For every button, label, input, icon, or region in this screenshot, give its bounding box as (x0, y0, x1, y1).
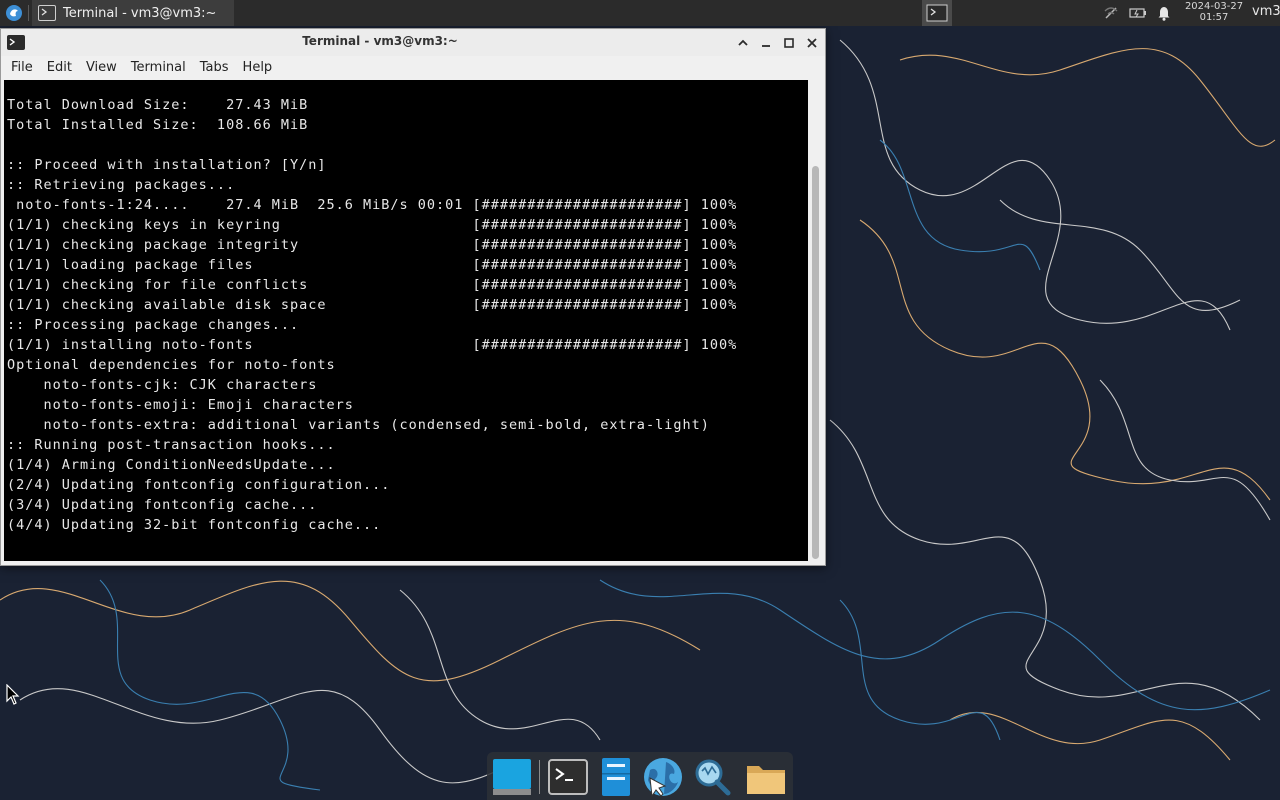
taskbar-terminal-button[interactable]: Terminal - vm3@vm3:~ (32, 0, 234, 26)
terminal-window: Terminal - vm3@vm3:~ File Edit View Term… (0, 28, 826, 566)
terminal-line: Total Download Size: 27.43 MiB (7, 97, 309, 113)
window-menubar: File Edit View Terminal Tabs Help (1, 56, 825, 80)
menu-view[interactable]: View (79, 56, 124, 80)
battery-icon[interactable] (1129, 4, 1147, 22)
close-window-button[interactable] (803, 34, 821, 52)
dock-search-button[interactable] (691, 756, 733, 798)
file-manager-icon (602, 758, 630, 796)
menu-edit[interactable]: Edit (40, 56, 79, 80)
close-icon (807, 38, 817, 48)
dock-terminal-button[interactable] (547, 756, 589, 798)
terminal-line: :: Proceed with installation? [Y/n] (7, 157, 327, 173)
menu-help[interactable]: Help (236, 56, 280, 80)
clock-time: 01:57 (1199, 12, 1229, 23)
terminal-line: (2/4) Updating fontconfig configuration.… (7, 477, 391, 493)
terminal-line: (3/4) Updating fontconfig cache... (7, 497, 318, 513)
terminal-line: noto-fonts-extra: additional variants (c… (7, 417, 710, 433)
search-icon (695, 759, 731, 796)
terminal-line: Optional dependencies for noto-fonts (7, 357, 336, 373)
terminal-icon (38, 5, 56, 21)
terminal-line: (1/1) installing noto-fonts [###########… (7, 337, 738, 353)
terminal-line: noto-fonts-cjk: CJK characters (7, 377, 318, 393)
dock-file-manager-button[interactable] (595, 756, 637, 798)
panel-user-menu[interactable]: vm3 (1252, 4, 1280, 19)
dock-folder-button[interactable] (745, 756, 787, 798)
dock-separator (539, 760, 540, 794)
terminal-line: noto-fonts-1:24.... 27.4 MiB 25.6 MiB/s … (7, 197, 738, 213)
desktop: Terminal - vm3@vm3:~ 2024-03-27 01:57 vm… (0, 0, 1280, 800)
terminal-icon (548, 759, 588, 795)
notification-bell-icon[interactable] (1155, 4, 1173, 22)
terminal-line: :: Retrieving packages... (7, 177, 236, 193)
terminal-line: :: Running post-transaction hooks... (7, 437, 336, 453)
terminal-line: (1/1) checking keys in keyring [########… (7, 217, 738, 233)
minimize-window-button[interactable] (757, 34, 775, 52)
menu-terminal[interactable]: Terminal (124, 56, 193, 80)
terminal-scrollbar[interactable] (809, 80, 823, 561)
clock-date: 2024-03-27 (1184, 1, 1244, 12)
window-titlebar[interactable]: Terminal - vm3@vm3:~ (1, 29, 825, 56)
show-desktop-icon (493, 759, 531, 795)
dock (487, 752, 793, 800)
workspace-switcher[interactable] (922, 0, 952, 26)
maximize-icon (784, 38, 794, 48)
terminal-output-area[interactable]: Total Download Size: 27.43 MiB Total Ins… (4, 80, 808, 561)
taskbar-task-label: Terminal - vm3@vm3:~ (63, 5, 217, 21)
terminal-line: noto-fonts-emoji: Emoji characters (7, 397, 354, 413)
top-panel: Terminal - vm3@vm3:~ 2024-03-27 01:57 vm… (0, 0, 1280, 26)
chevron-up-icon (738, 39, 748, 46)
workspace-icon (926, 4, 948, 22)
terminal-line: (1/1) checking available disk space [###… (7, 297, 738, 313)
mouse-cursor-icon (6, 684, 20, 705)
terminal-line: (1/1) checking for file conflicts [#####… (7, 277, 738, 293)
dock-web-browser-button[interactable] (642, 756, 684, 798)
terminal-line: (1/4) Arming ConditionNeedsUpdate... (7, 457, 336, 473)
folder-icon (747, 766, 785, 794)
web-browser-icon (644, 758, 682, 798)
terminal-line: Total Installed Size: 108.66 MiB (7, 117, 309, 133)
scrollbar-thumb[interactable] (812, 166, 819, 559)
window-title: Terminal - vm3@vm3:~ (302, 34, 458, 48)
maximize-window-button[interactable] (780, 34, 798, 52)
shade-window-button[interactable] (734, 34, 752, 52)
terminal-line: (1/1) checking package integrity [######… (7, 237, 738, 253)
panel-clock[interactable]: 2024-03-27 01:57 (1180, 0, 1248, 26)
network-off-icon[interactable] (1102, 4, 1120, 22)
terminal-text: Total Download Size: 27.43 MiB Total Ins… (7, 95, 737, 535)
panel-separator (28, 5, 29, 21)
menu-tabs[interactable]: Tabs (193, 56, 236, 80)
menu-file[interactable]: File (1, 56, 40, 80)
show-desktop-button[interactable] (491, 756, 533, 798)
terminal-line: (4/4) Updating 32-bit fontconfig cache..… (7, 517, 382, 533)
minimize-icon (762, 45, 770, 47)
app-menu-icon[interactable] (4, 3, 24, 23)
terminal-line: (1/1) loading package files [###########… (7, 257, 738, 273)
terminal-line: :: Processing package changes... (7, 317, 300, 333)
